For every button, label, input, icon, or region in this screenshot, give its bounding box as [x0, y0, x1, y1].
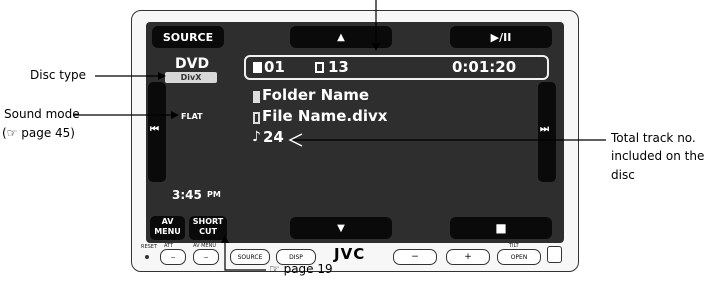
page-ref-arrowhead	[221, 235, 229, 243]
callout-lines	[73, 0, 606, 271]
total-track-annotation-line1: Total track no.	[611, 131, 696, 145]
total-track-annotation-line3: disc	[611, 168, 635, 182]
info-bar-arrowhead	[372, 43, 380, 51]
page-ref-callout-line	[224, 242, 266, 271]
sound-mode-page-ref: (☞ page 45)	[2, 126, 75, 140]
total-track-annotation-line2: included on the	[611, 149, 705, 163]
sound-mode-annotation: Sound mode	[4, 107, 80, 121]
page-19-reference: ☞ page 19	[269, 262, 333, 276]
sound-mode-arrowhead	[171, 111, 179, 119]
disc-type-annotation: Disc type	[30, 68, 87, 82]
disc-type-arrowhead	[158, 72, 166, 80]
